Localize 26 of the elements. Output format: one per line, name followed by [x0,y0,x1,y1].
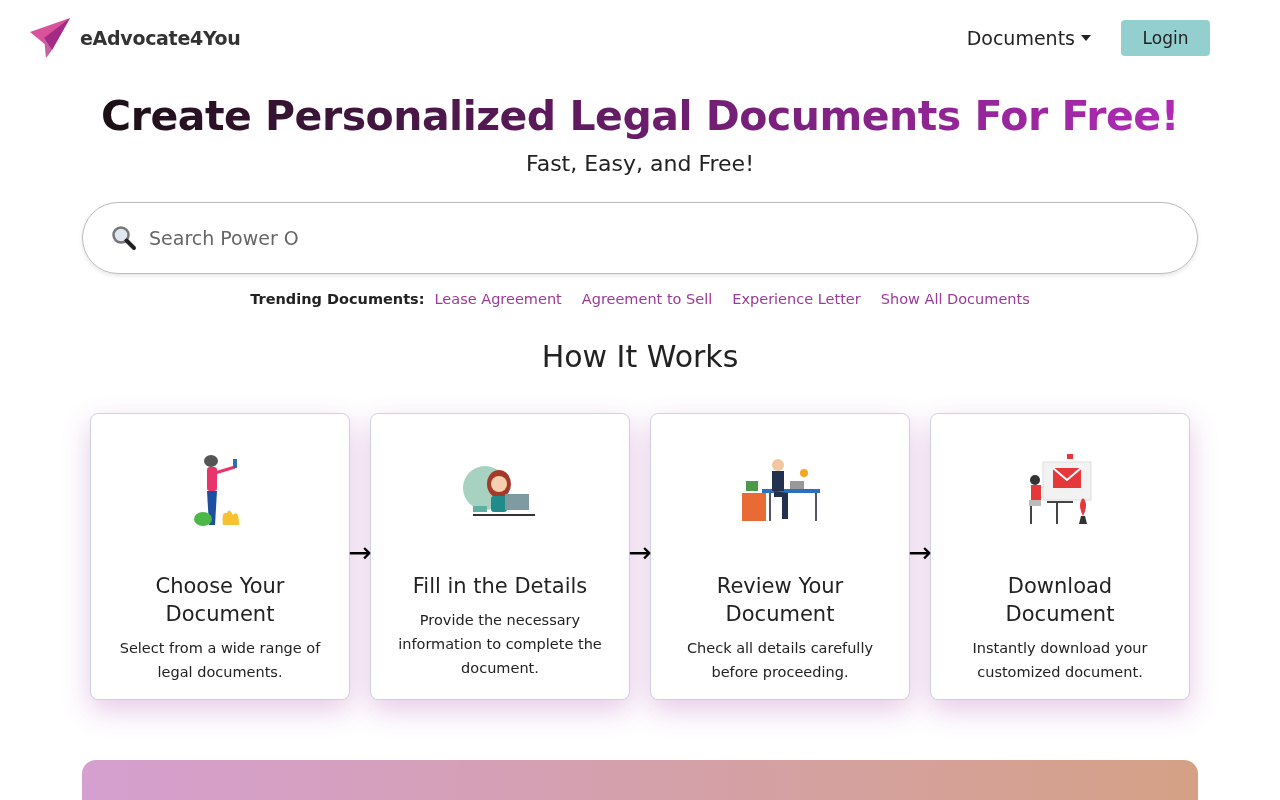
documents-dropdown[interactable]: Documents [966,27,1091,49]
login-button[interactable]: Login [1121,20,1210,56]
step-title: Download Document [1004,573,1116,628]
trending-label: Trending Documents: [250,291,425,307]
trending-link[interactable]: Lease Agreement [434,291,562,307]
step-title: Review Your Document [715,573,845,628]
woman-with-email-screen-drawing [1027,454,1093,526]
arrow: → [347,538,373,567]
search-field[interactable]: Search Power O [147,226,1169,250]
arrow: → [907,538,933,567]
step-description: Check all details carefully before proceeding. [685,639,874,682]
step-description: Provide the necessary information to complete the document. [397,611,603,678]
step-description: Select from a wide range of legal documents. [118,639,322,682]
step-description: Instantly download your customized document. [971,639,1149,682]
trending-link[interactable]: Show All Documents [880,291,1030,307]
step-title: Choose Your Document [154,573,286,628]
arrow: → [627,538,653,567]
caret-icon [1081,35,1091,41]
section-heading: How It Works [540,338,740,376]
trending-link[interactable]: Agreement to Sell [581,291,713,307]
trending-link[interactable]: Experience Letter [732,291,861,307]
step-title: Fill in the Details [412,573,588,600]
paper-plane-logo-icon [30,18,70,58]
brand-name: eAdvocate4You [80,27,241,49]
hero-subtitle: Fast, Easy, and Free! [525,150,755,178]
search-icon [111,225,137,251]
